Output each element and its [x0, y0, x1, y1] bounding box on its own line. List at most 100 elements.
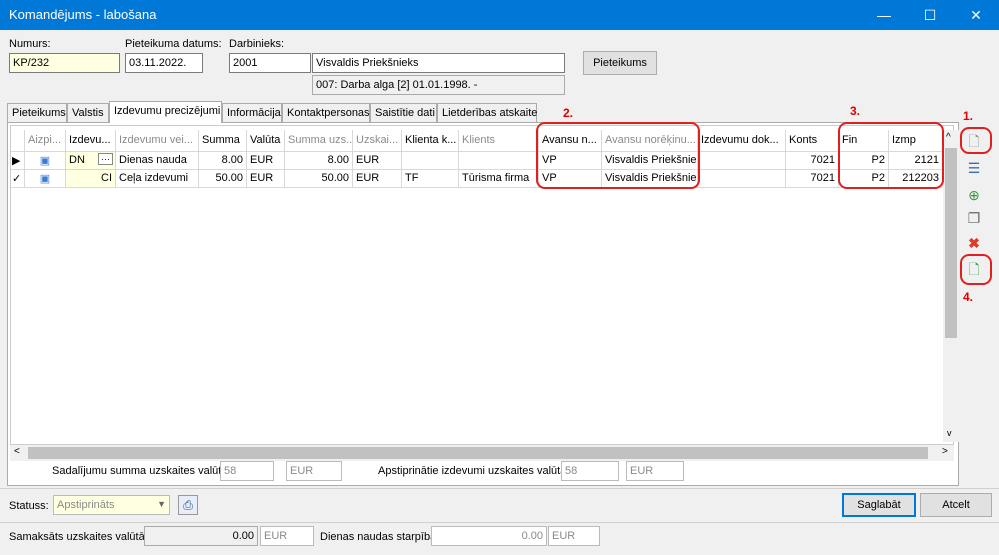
copy-row-icon[interactable]: ❐ [961, 207, 987, 229]
expense-grid: Aizpi... Izdevu... Izdevumu vei... Summa… [10, 125, 959, 445]
annotation-box-2 [536, 122, 700, 189]
row-2-client: Tūrisma firma [459, 170, 539, 188]
row-2-acc-currency: EUR [353, 170, 402, 188]
row-1-type: Dienas nauda [116, 152, 199, 170]
title-bar: Komandējums - labošana — ☐ ✕ [0, 0, 999, 30]
number-field[interactable]: KP/232 [9, 53, 120, 73]
row-2-box-icon: ▣ [25, 170, 66, 188]
diff-currency-field: EUR [548, 526, 600, 546]
minimize-button[interactable]: — [861, 0, 907, 30]
annotation-label-1: 1. [963, 109, 974, 123]
row-marker-saved[interactable]: ✓ [11, 170, 25, 188]
delete-row-icon[interactable]: ✖ [961, 232, 987, 254]
status-label: Statuss: [9, 500, 49, 512]
tab-kontaktpersonas[interactable]: Kontaktpersonas [282, 103, 370, 122]
col-izdevumu-kods[interactable]: Izdevu... [66, 130, 116, 152]
horizontal-scroll-thumb[interactable] [28, 447, 928, 459]
approved-label: Apstiprinātie izdevumi uzskaites valūtā: [378, 465, 570, 477]
close-button[interactable]: ✕ [953, 0, 999, 30]
col-uzskaites-valuta[interactable]: Uzskai... [353, 130, 402, 152]
col-summa-uzskaites[interactable]: Summa uzs... [285, 130, 353, 152]
row-header-corner [11, 130, 25, 152]
row-1-account[interactable]: 7021 [786, 152, 839, 170]
date-field[interactable]: 03.11.2022. [125, 53, 203, 73]
row-2-account[interactable]: 7021 [786, 170, 839, 188]
col-izdevumu-dokuments[interactable]: Izdevumu dok... [698, 130, 786, 152]
scroll-right-icon[interactable]: > [942, 446, 948, 457]
employment-info: 007: Darba alga [2] 01.01.1998. - [312, 75, 565, 95]
row-1-sum[interactable]: 8.00 [199, 152, 247, 170]
row-2-sum[interactable]: 50.00 [199, 170, 247, 188]
diff-field: 0.00 [431, 526, 547, 546]
col-konts[interactable]: Konts [786, 130, 839, 152]
vertical-scroll-thumb[interactable] [945, 148, 957, 338]
tab-izdevumu-precizejumi[interactable]: Izdevumu precizējumi [109, 101, 222, 123]
row-1-doc[interactable] [698, 152, 786, 170]
scroll-up-icon[interactable]: ^ [946, 132, 951, 143]
approved-currency-field: EUR [626, 461, 684, 481]
annotation-box-4 [960, 254, 992, 285]
split-sum-label: Sadalījumu summa uzskaites valūtā: [52, 465, 231, 477]
split-currency-field: EUR [286, 461, 342, 481]
row-2-code[interactable]: CI [66, 170, 116, 188]
tab-pieteikums[interactable]: Pieteikums [7, 103, 67, 122]
window-title: Komandējums - labošana [9, 7, 157, 22]
chevron-down-icon[interactable]: ▼ [157, 499, 166, 509]
list-arrow-icon[interactable]: ☰ [961, 157, 987, 179]
scroll-left-icon[interactable]: < [14, 446, 20, 457]
application-button[interactable]: Pieteikums [583, 51, 657, 75]
employee-code-field[interactable]: 2001 [229, 53, 311, 73]
diff-label: Dienas naudas starpība: [320, 531, 440, 543]
col-izdevumu-veids[interactable]: Izdevumu vei... [116, 130, 199, 152]
row-1-client-code[interactable] [402, 152, 459, 170]
row-1-code-value[interactable]: DN [69, 154, 85, 166]
scroll-down-icon[interactable]: v [947, 428, 952, 438]
employee-label: Darbinieks: [229, 38, 285, 50]
row-1-currency[interactable]: EUR [247, 152, 285, 170]
print-icon[interactable]: ⎙ [178, 495, 198, 515]
col-klienta-kods[interactable]: Klienta k... [402, 130, 459, 152]
row-1-box-icon: ▣ [25, 152, 66, 170]
row-1-client [459, 152, 539, 170]
col-aizpildits[interactable]: Aizpi... [25, 130, 66, 152]
row-2-client-code[interactable]: TF [402, 170, 459, 188]
row-1-acc-currency: EUR [353, 152, 402, 170]
approved-field: 58 [561, 461, 619, 481]
col-summa[interactable]: Summa [199, 130, 247, 152]
add-row-icon[interactable]: ⊕ [961, 184, 987, 206]
expense-panel: Aizpi... Izdevu... Izdevumu vei... Summa… [7, 122, 959, 486]
tab-informacija[interactable]: Informācija [222, 103, 282, 122]
row-2-type: Ceļa izdevumi [116, 170, 199, 188]
save-button[interactable]: Saglabāt [842, 493, 916, 517]
employee-name-field: Visvaldis Priekšnieks [312, 53, 565, 73]
status-value: Apstiprināts [57, 499, 115, 511]
number-label: Numurs: [9, 38, 51, 50]
row-1-code[interactable]: DN ··· [66, 152, 116, 170]
tab-valstis[interactable]: Valstis [67, 103, 109, 122]
divider [0, 488, 999, 489]
divider [0, 522, 999, 523]
date-label: Pieteikuma datums: [125, 38, 222, 50]
tab-saistitie-dati[interactable]: Saistītie dati [370, 103, 437, 122]
annotation-box-3 [838, 122, 944, 189]
cancel-button[interactable]: Atcelt [920, 493, 992, 517]
col-klients[interactable]: Klients [459, 130, 539, 152]
lookup-button[interactable]: ··· [98, 153, 113, 165]
row-2-doc[interactable] [698, 170, 786, 188]
maximize-button[interactable]: ☐ [907, 0, 953, 30]
vertical-scrollbar[interactable]: ^ v [943, 130, 959, 442]
annotation-label-3: 3. [850, 104, 861, 118]
paid-currency-field: EUR [260, 526, 314, 546]
horizontal-scrollbar[interactable]: < > [10, 445, 954, 461]
paid-field: 0.00 [144, 526, 258, 546]
row-1-sum-acc: 8.00 [285, 152, 353, 170]
row-2-sum-acc: 50.00 [285, 170, 353, 188]
annotation-label-2: 2. [563, 106, 574, 120]
paid-label: Samaksāts uzskaites valūtā: [9, 531, 148, 543]
row-2-currency[interactable]: EUR [247, 170, 285, 188]
row-marker-current[interactable]: ▶ [11, 152, 25, 170]
col-valuta[interactable]: Valūta [247, 130, 285, 152]
status-dropdown[interactable]: Apstiprināts ▼ [53, 495, 170, 515]
tab-lietderibas-atskaite[interactable]: Lietderības atskaite [437, 103, 537, 122]
split-sum-field: 58 [220, 461, 274, 481]
